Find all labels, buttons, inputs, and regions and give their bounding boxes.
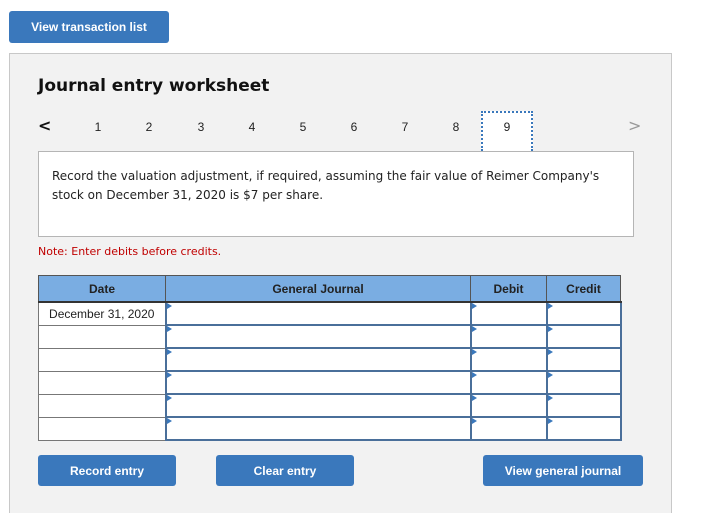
account-input[interactable] — [164, 393, 472, 418]
page-9[interactable]: 9 — [497, 120, 517, 134]
debit-input[interactable] — [469, 347, 548, 372]
page-4[interactable]: 4 — [242, 120, 262, 134]
chevron-left-icon[interactable]: < — [38, 116, 51, 135]
credit-input[interactable] — [545, 324, 622, 349]
account-input[interactable] — [164, 347, 472, 372]
date-cell: December 31, 2020 — [38, 301, 166, 326]
header-credit: Credit — [546, 275, 621, 303]
date-cell — [38, 393, 166, 418]
credit-input[interactable] — [545, 370, 622, 395]
header-date: Date — [38, 275, 166, 303]
debit-input[interactable] — [469, 370, 548, 395]
account-input[interactable] — [164, 416, 472, 441]
clear-entry-button[interactable]: Clear entry — [216, 455, 354, 486]
debit-input[interactable] — [469, 324, 548, 349]
record-entry-button[interactable]: Record entry — [38, 455, 176, 486]
header-debit: Debit — [470, 275, 547, 303]
table-row: December 31, 2020 — [38, 301, 622, 326]
date-cell — [38, 324, 166, 349]
header-general-journal: General Journal — [165, 275, 471, 303]
table-row — [38, 393, 622, 418]
credit-input[interactable] — [545, 416, 622, 441]
table-row — [38, 347, 622, 372]
debit-input[interactable] — [469, 393, 548, 418]
page-2[interactable]: 2 — [139, 120, 159, 134]
credit-input[interactable] — [545, 301, 622, 326]
date-cell — [38, 370, 166, 395]
debit-input[interactable] — [469, 301, 548, 326]
table-row — [38, 370, 622, 395]
page-7[interactable]: 7 — [395, 120, 415, 134]
question-prompt: Record the valuation adjustment, if requ… — [38, 151, 634, 237]
debit-input[interactable] — [469, 416, 548, 441]
table-row — [38, 416, 622, 441]
note-text: Note: Enter debits before credits. — [38, 245, 222, 258]
date-cell — [38, 347, 166, 372]
account-input[interactable] — [164, 370, 472, 395]
credit-input[interactable] — [545, 393, 622, 418]
journal-table: Date General Journal Debit Credit Decemb… — [38, 275, 622, 441]
credit-input[interactable] — [545, 347, 622, 372]
worksheet-title: Journal entry worksheet — [38, 76, 270, 96]
view-transaction-list-button[interactable]: View transaction list — [9, 11, 169, 43]
page-3[interactable]: 3 — [191, 120, 211, 134]
table-row — [38, 324, 622, 349]
page-5[interactable]: 5 — [293, 120, 313, 134]
account-input[interactable] — [164, 301, 472, 326]
date-cell — [38, 416, 166, 441]
view-general-journal-button[interactable]: View general journal — [483, 455, 643, 486]
page-8[interactable]: 8 — [446, 120, 466, 134]
page-6[interactable]: 6 — [344, 120, 364, 134]
page-1[interactable]: 1 — [88, 120, 108, 134]
account-input[interactable] — [164, 324, 472, 349]
chevron-right-icon[interactable]: > — [628, 116, 641, 135]
